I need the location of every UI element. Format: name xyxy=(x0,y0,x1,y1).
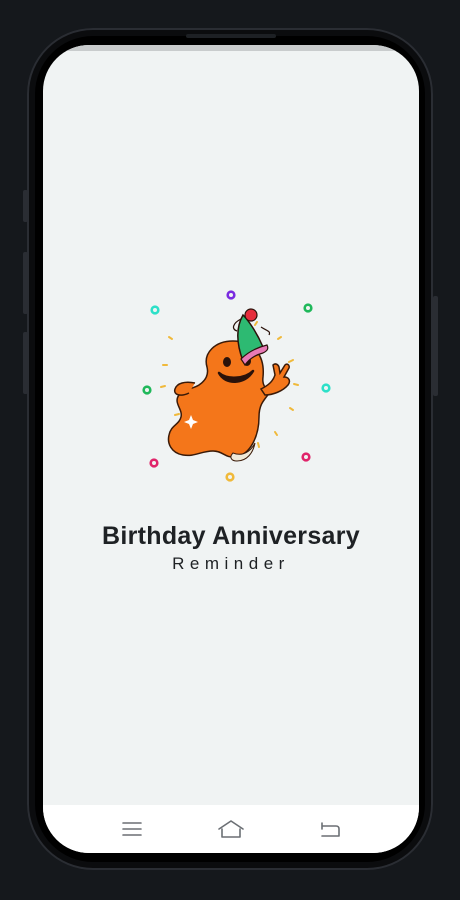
back-icon xyxy=(320,822,340,837)
confetti-ring xyxy=(149,458,159,468)
ghost-arm-right xyxy=(259,363,291,396)
confetti-ring xyxy=(226,290,236,300)
volume-down-button xyxy=(23,332,28,394)
confetti-ring xyxy=(303,303,313,313)
home-icon xyxy=(218,820,244,838)
confetti-ring xyxy=(142,385,152,395)
hat-pom xyxy=(244,308,258,322)
power-button xyxy=(433,296,438,396)
system-navigation-bar xyxy=(43,805,419,853)
app-subtitle: Reminder xyxy=(172,554,290,573)
ghost-eye-left xyxy=(223,357,231,367)
confetti-ring xyxy=(225,472,235,482)
silent-switch xyxy=(23,190,28,222)
confetti-ring xyxy=(321,383,331,393)
volume-up-button xyxy=(23,252,28,314)
home-button[interactable] xyxy=(211,814,251,844)
splash-screen: Birthday Anniversary Reminder xyxy=(43,45,419,853)
ghost-body xyxy=(167,340,273,458)
status-bar xyxy=(43,45,419,51)
hamburger-icon xyxy=(122,822,143,836)
app-title: Birthday Anniversary xyxy=(102,522,360,550)
menu-button[interactable] xyxy=(112,814,152,844)
back-button[interactable] xyxy=(310,814,350,844)
confetti-ring xyxy=(301,452,311,462)
confetti-ring xyxy=(150,305,160,315)
speaker-notch xyxy=(186,34,276,38)
device-frame: Birthday Anniversary Reminder xyxy=(0,0,460,900)
party-ghost-icon xyxy=(142,290,331,482)
